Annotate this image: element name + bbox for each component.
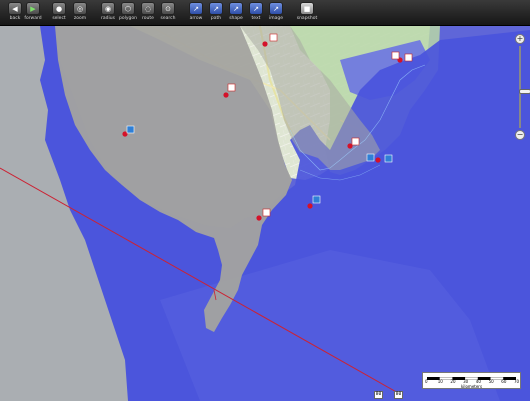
highway-shield: 80 [394,391,403,399]
route-icon: ◌ [141,2,155,15]
back-arrow-icon: ◀ [8,2,22,15]
zoom-track[interactable] [519,46,530,128]
polygon-icon: ⬡ [121,2,135,15]
hospital-icon[interactable] [351,137,360,146]
location-marker[interactable] [375,157,381,163]
text-button[interactable]: ↗ text [245,1,267,25]
play-forward-icon: ▶ [26,2,40,15]
info-point-icon[interactable] [366,153,375,162]
location-marker[interactable] [223,92,229,98]
hospital-icon[interactable] [269,33,278,42]
person-select-icon: ● [52,2,66,15]
arrow-draw-icon: ↗ [189,2,203,15]
image-draw-icon: ↗ [269,2,283,15]
hospital-icon[interactable] [227,83,236,92]
snapshot-label: snapshot [296,16,318,21]
hospital-icon[interactable] [262,208,271,217]
select-button[interactable]: ● select [48,1,70,25]
radius-icon: ◉ [101,2,115,15]
search-button[interactable]: ⊙ search [157,1,179,25]
polygon-button[interactable]: ⬡ polygon [117,1,139,25]
scale-bar-unit: kilometers [460,384,483,389]
location-marker[interactable] [256,215,262,221]
map-toolbar: ◀ back ▶ forward ● select ◎ zoom ◉ radius ⬡ polygon… [0,0,530,26]
zoom-icon: ◎ [73,2,87,15]
scale-bar: 0 10 20 30 40 50 60 70 kilometers [422,372,521,389]
path-draw-icon: ↗ [209,2,223,15]
info-point-icon[interactable] [126,125,135,134]
search-icon: ⊙ [161,2,175,15]
highway-shield: 80 [374,391,383,399]
hospital-icon[interactable] [391,51,400,60]
forward-button[interactable]: ▶ forward [22,1,44,25]
map-canvas[interactable] [0,0,530,401]
text-draw-icon: ↗ [249,2,263,15]
zoom-in-button[interactable]: + [515,34,525,44]
snapshot-button[interactable]: ■ snapshot [296,1,318,25]
hospital-icon[interactable] [404,53,413,62]
zoom-button[interactable]: ◎ zoom [69,1,91,25]
location-marker[interactable] [307,203,313,209]
image-label: image [268,16,284,21]
image-button[interactable]: ↗ image [265,1,287,25]
arrow-button[interactable]: ↗ arrow [185,1,207,25]
info-point-icon[interactable] [312,195,321,204]
location-marker[interactable] [262,41,268,47]
camera-icon: ■ [300,2,314,15]
zoom-out-button[interactable]: − [515,130,525,140]
radius-button[interactable]: ◉ radius [97,1,119,25]
shape-draw-icon: ↗ [229,2,243,15]
path-button[interactable]: ↗ path [205,1,227,25]
info-point-icon[interactable] [384,154,393,163]
route-button[interactable]: ◌ route [137,1,159,25]
zoom-slider[interactable]: + − [515,34,530,140]
zoom-thumb[interactable] [519,89,530,95]
shape-button[interactable]: ↗ shape [225,1,247,25]
